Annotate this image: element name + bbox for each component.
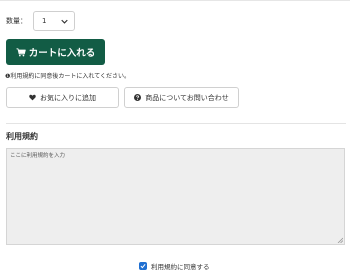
product-inquiry-button[interactable]: 商品についてお問い合わせ: [124, 87, 239, 108]
section-divider: [6, 123, 346, 124]
agree-terms-row[interactable]: 利用規約に同意する: [139, 261, 210, 271]
add-to-cart-button[interactable]: カートに入れる: [6, 39, 105, 65]
notice-text: ❶利用規約に同意後カートに入れてください。: [5, 73, 131, 80]
top-divider: [0, 0, 350, 1]
terms-heading: 利用規約: [6, 132, 38, 141]
terms-textarea[interactable]: ここに利用規約を入力: [6, 148, 345, 245]
agree-label: 利用規約に同意する: [151, 263, 210, 271]
agreement-notice: ❶利用規約に同意後カートに入れてください。: [5, 71, 130, 80]
quantity-row: 数量： 1: [6, 11, 75, 31]
add-to-cart-label: カートに入れる: [28, 48, 96, 59]
checkmark-icon: [140, 264, 146, 269]
favorites-label: お気に入りに追加: [40, 93, 96, 102]
heart-icon: [29, 94, 36, 101]
cart-icon: [16, 47, 26, 56]
quantity-select[interactable]: 1: [33, 11, 75, 31]
question-circle-icon: [134, 94, 142, 101]
add-to-favorites-button[interactable]: お気に入りに追加: [6, 87, 119, 108]
agree-checkbox[interactable]: [139, 262, 147, 270]
quantity-value: 1: [42, 17, 47, 25]
resize-handle-icon[interactable]: [337, 237, 343, 243]
inquiry-label: 商品についてお問い合わせ: [145, 93, 229, 102]
quantity-label: 数量：: [6, 17, 27, 25]
chevron-down-icon: [61, 19, 68, 24]
terms-placeholder: ここに利用規約を入力: [10, 153, 66, 159]
